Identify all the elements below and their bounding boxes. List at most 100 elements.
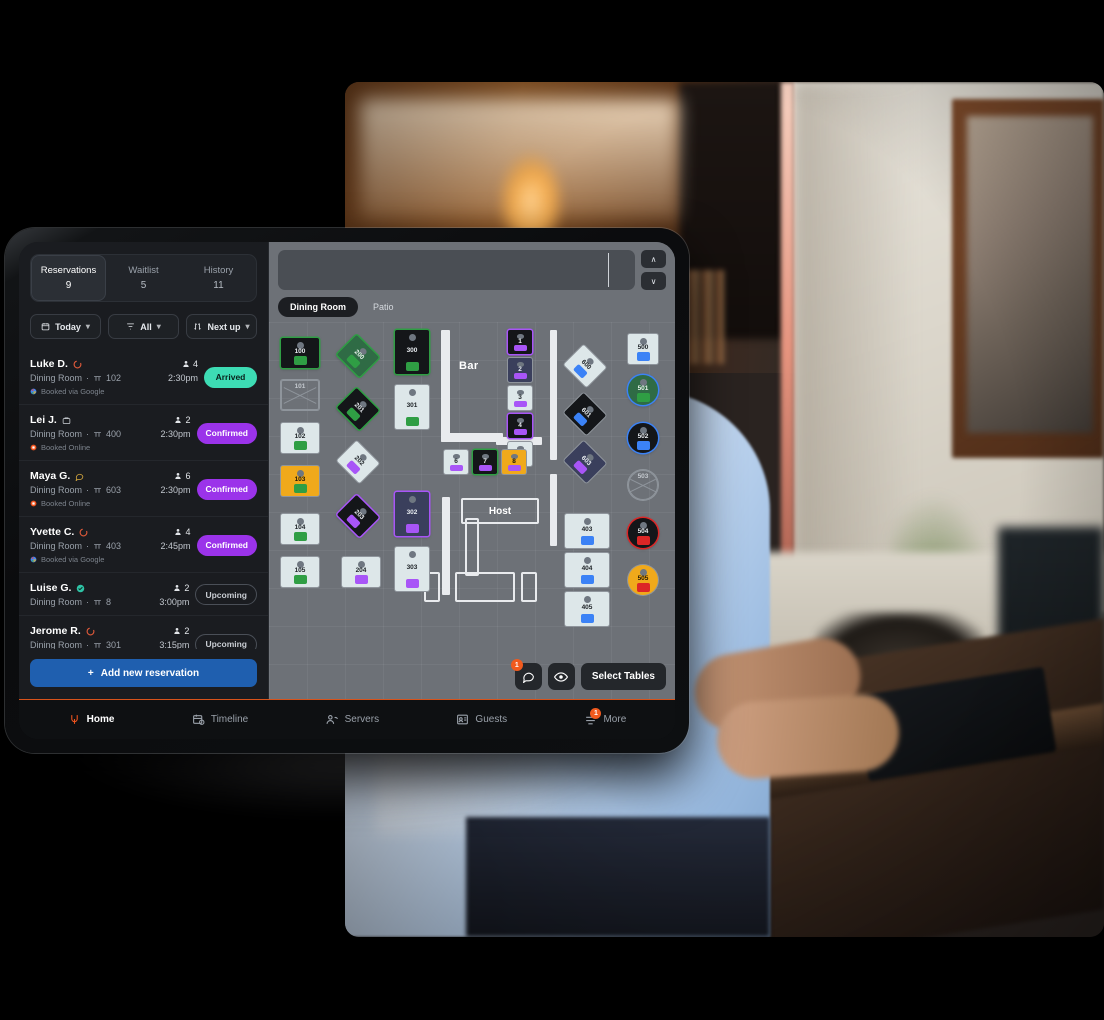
calendar-icon [41, 323, 50, 331]
floor-table-403[interactable]: 403 [565, 514, 609, 548]
select-tables-button[interactable]: Select Tables [580, 663, 666, 690]
floor-table-404[interactable]: 404 [565, 553, 609, 587]
floor-table-503[interactable]: 503 [628, 470, 658, 500]
tab-patio[interactable]: Patio [361, 297, 406, 317]
guest-name: Maya G. [30, 470, 71, 483]
floor-table-302[interactable]: 302 [395, 492, 429, 536]
reservation-row[interactable]: Lei J. 2 Dining Room · 400 2:30pm Booked… [19, 404, 268, 460]
table-number-label: 403 [581, 526, 593, 534]
floor-plan-canvas[interactable]: Bar Host 1 Select Tables 100 101 102 103… [269, 322, 675, 699]
stepper-down-button[interactable]: ∨ [641, 272, 666, 290]
floor-table-405[interactable]: 405 [565, 592, 609, 626]
table-icon [94, 599, 101, 605]
party-size-value: 6 [185, 471, 191, 482]
chat-button[interactable]: 1 [510, 659, 542, 690]
status-badge-wrap[interactable]: Arrived [204, 366, 257, 388]
floor-table-603[interactable]: 603 [563, 440, 607, 484]
visibility-button[interactable] [547, 663, 575, 690]
booking-source: Booked Online [30, 443, 154, 452]
floor-table-204[interactable]: 204 [342, 557, 380, 587]
reservation-location: Dining Room · 301 [30, 640, 153, 649]
floor-table-202[interactable]: 202 [336, 440, 380, 484]
status-badge: Arrived [204, 366, 257, 388]
tab-waitlist[interactable]: Waitlist 5 [106, 255, 181, 301]
guest-name-wrap: Lei J. [30, 414, 154, 426]
floor-table-3[interactable]: 3 [508, 386, 532, 410]
party-size-value: 2 [184, 583, 190, 594]
separator: · [86, 640, 90, 649]
nav-item-servers[interactable]: Servers [326, 713, 379, 726]
booking-source-label: Booked Online [41, 499, 91, 509]
floor-table-201[interactable]: 201 [336, 387, 380, 431]
status-badge-wrap[interactable]: Upcoming [195, 633, 257, 649]
floor-plan-search-field[interactable] [278, 250, 635, 290]
seat-indicator [408, 334, 416, 341]
search-divider [608, 253, 609, 287]
floor-table-300[interactable]: 300 [395, 330, 429, 374]
person-icon [174, 628, 181, 635]
floor-table-502[interactable]: 502 [628, 423, 658, 453]
guest-name: Jerome R. [30, 625, 81, 638]
nav-item-label: Servers [344, 714, 380, 725]
floor-table-104[interactable]: 104 [281, 514, 319, 544]
sort-button[interactable]: Next up ▾ [186, 314, 257, 340]
home-icon [70, 715, 78, 724]
nav-item-more[interactable]: 1 More [584, 708, 626, 726]
floor-table-7[interactable]: 7 [473, 450, 497, 474]
floor-table-303[interactable]: 303 [395, 547, 429, 591]
floor-table-200[interactable]: 200 [336, 334, 380, 378]
floor-table-601[interactable]: 601 [563, 392, 607, 436]
status-badge-wrap[interactable]: Upcoming [195, 584, 257, 606]
floor-table-504[interactable]: 504 [628, 518, 658, 548]
status-badge-wrap[interactable]: Confirmed [196, 534, 257, 556]
floor-table-501[interactable]: 501 [628, 375, 658, 405]
google-icon [30, 556, 37, 563]
table-number-label: 303 [406, 564, 418, 572]
floor-table-101[interactable]: 101 [281, 380, 319, 410]
floor-table-100[interactable]: 100 [281, 338, 319, 368]
reservation-row[interactable]: Jerome R. 2 Dining Room · 301 3:15pm Boo… [19, 615, 268, 649]
person-icon [175, 529, 182, 536]
stepper-up-button[interactable]: ∧ [641, 250, 666, 268]
table-status-badge [293, 356, 307, 365]
chat-icon [522, 672, 534, 683]
tab-dining-room[interactable]: Dining Room [278, 297, 358, 317]
floor-table-105[interactable]: 105 [281, 557, 319, 587]
filter-type-button[interactable]: All ▾ [108, 314, 179, 340]
guest-name: Luke D. [30, 358, 68, 371]
nav-item-home[interactable]: Home [68, 713, 114, 726]
floor-table-103[interactable]: 103 [281, 466, 319, 496]
booking-source: Booked Online [30, 499, 154, 508]
floor-table-6[interactable]: 6 [444, 450, 468, 474]
seat-indicator [583, 596, 591, 603]
add-new-reservation-button[interactable]: + Add new reservation [30, 659, 257, 687]
reservation-row[interactable]: Luise G. 2 Dining Room · 8 3:00pm Upcomi… [19, 572, 268, 615]
tab-history[interactable]: History 11 [181, 255, 256, 301]
table-number-label: 504 [637, 528, 649, 536]
party-size-value: 2 [184, 626, 190, 637]
reservation-row[interactable]: Luke D. 4 Dining Room · 102 2:30pm Booke… [19, 349, 268, 404]
nav-item-timeline[interactable]: Timeline [192, 713, 248, 726]
status-badge-wrap[interactable]: Confirmed [196, 422, 257, 444]
floor-table-4[interactable]: 4 [508, 414, 532, 438]
floor-table-8[interactable]: 8 [502, 450, 526, 474]
tab-reservations-count: 9 [65, 279, 72, 291]
floor-plan-panel: ∧ ∨ Dining Room Patio Bar Host 1 Select … [269, 242, 675, 699]
floor-table-203[interactable]: 203 [336, 494, 380, 538]
floor-table-2[interactable]: 2 [508, 358, 532, 382]
wall-segment [550, 474, 557, 546]
filter-date-button[interactable]: Today ▾ [30, 314, 101, 340]
floor-table-505[interactable]: 505 [628, 565, 658, 595]
floor-table-301[interactable]: 301 [395, 385, 429, 429]
floor-table-102[interactable]: 102 [281, 423, 319, 453]
reservation-row[interactable]: Maya G. 6 Dining Room · 603 2:30pm Booke… [19, 460, 268, 516]
floor-table-1[interactable]: 1 [508, 330, 532, 354]
nav-item-guests[interactable]: Guests [456, 713, 507, 726]
reservation-row[interactable]: Yvette C. 4 Dining Room · 403 2:45pm Boo… [19, 516, 268, 572]
briefcase-icon [62, 417, 71, 424]
floor-table-600[interactable]: 600 [563, 344, 607, 388]
tab-reservations[interactable]: Reservations 9 [31, 255, 106, 302]
floor-table-500[interactable]: 500 [628, 334, 658, 364]
status-badge-wrap[interactable]: Confirmed [196, 478, 257, 500]
reservation-list[interactable]: Luke D. 4 Dining Room · 102 2:30pm Booke… [19, 349, 268, 649]
